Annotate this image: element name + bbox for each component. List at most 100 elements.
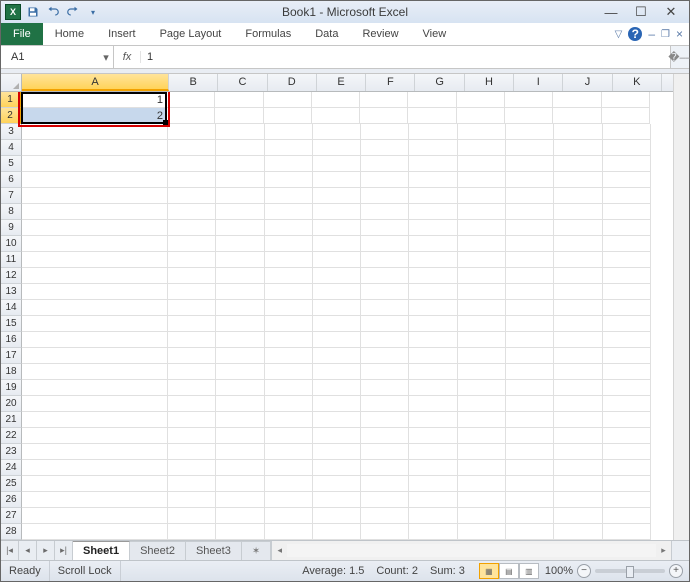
cell[interactable] [265, 508, 313, 524]
cell[interactable] [361, 444, 409, 460]
cell[interactable] [361, 492, 409, 508]
sheet-tab[interactable]: Sheet1 [73, 541, 130, 561]
cell[interactable] [361, 524, 409, 540]
cell[interactable] [313, 220, 361, 236]
cell[interactable] [265, 428, 313, 444]
cell[interactable] [554, 348, 602, 364]
row-header[interactable]: 5 [1, 156, 22, 172]
row-header[interactable]: 3 [1, 124, 22, 140]
cell[interactable] [216, 220, 264, 236]
cell[interactable] [312, 108, 360, 124]
zoom-level[interactable]: 100% [545, 565, 573, 577]
cell[interactable] [22, 316, 168, 332]
cell[interactable] [458, 460, 506, 476]
hscroll-left-icon[interactable]: ◂ [272, 545, 287, 556]
cell[interactable] [313, 252, 361, 268]
cell[interactable] [216, 204, 264, 220]
cell[interactable] [458, 140, 506, 156]
cell[interactable] [312, 92, 360, 108]
cell[interactable] [265, 300, 313, 316]
row-header[interactable]: 23 [1, 444, 22, 460]
cell[interactable] [216, 252, 264, 268]
cell[interactable] [22, 396, 168, 412]
cell[interactable] [409, 124, 457, 140]
cell[interactable] [313, 172, 361, 188]
cell[interactable] [168, 524, 216, 540]
file-tab[interactable]: File [1, 23, 43, 45]
cell[interactable] [554, 428, 602, 444]
cell[interactable] [554, 412, 602, 428]
row-header[interactable]: 6 [1, 172, 22, 188]
view-page-layout-icon[interactable]: ▤ [499, 563, 519, 579]
cell[interactable] [313, 492, 361, 508]
cell[interactable] [22, 348, 168, 364]
horizontal-scrollbar[interactable]: ◂ ▸ [271, 541, 671, 560]
cell[interactable] [313, 188, 361, 204]
cell[interactable] [554, 252, 602, 268]
column-header[interactable]: I [514, 74, 563, 91]
cell[interactable] [22, 268, 168, 284]
tab-page-layout[interactable]: Page Layout [148, 23, 234, 45]
cell[interactable] [313, 476, 361, 492]
cell[interactable] [409, 428, 457, 444]
cell[interactable] [215, 108, 263, 124]
cell[interactable] [313, 140, 361, 156]
cell[interactable] [265, 460, 313, 476]
cell[interactable] [506, 284, 554, 300]
cell[interactable] [554, 300, 602, 316]
tab-formulas[interactable]: Formulas [233, 23, 303, 45]
cell[interactable] [408, 108, 456, 124]
cell[interactable] [22, 412, 168, 428]
cell[interactable] [554, 268, 602, 284]
cell[interactable] [22, 380, 168, 396]
cell[interactable] [216, 332, 264, 348]
cell[interactable] [265, 140, 313, 156]
cell[interactable] [265, 492, 313, 508]
cell[interactable] [554, 524, 602, 540]
cell[interactable] [506, 252, 554, 268]
cell[interactable] [361, 220, 409, 236]
row-header[interactable]: 13 [1, 284, 22, 300]
cell[interactable] [168, 268, 216, 284]
row-header[interactable]: 8 [1, 204, 22, 220]
cell[interactable] [409, 508, 457, 524]
row-header[interactable]: 11 [1, 252, 22, 268]
row-header[interactable]: 26 [1, 492, 22, 508]
cell[interactable] [409, 252, 457, 268]
cell[interactable] [361, 284, 409, 300]
cell[interactable] [603, 316, 651, 332]
cell[interactable] [22, 252, 168, 268]
column-header[interactable]: E [317, 74, 366, 91]
cell[interactable] [313, 316, 361, 332]
cell[interactable] [554, 140, 602, 156]
cell[interactable] [506, 220, 554, 236]
cell[interactable] [603, 204, 651, 220]
cell[interactable] [409, 268, 457, 284]
cell[interactable] [22, 156, 168, 172]
cell[interactable] [409, 220, 457, 236]
cell[interactable] [361, 204, 409, 220]
hscroll-right-icon[interactable]: ▸ [656, 545, 671, 556]
formula-bar-expand-icon[interactable]: �–– [670, 46, 689, 68]
cell[interactable] [313, 444, 361, 460]
cell[interactable] [554, 316, 602, 332]
cell[interactable] [168, 140, 216, 156]
cell[interactable] [458, 268, 506, 284]
cell[interactable] [216, 412, 264, 428]
cell[interactable] [313, 284, 361, 300]
cell[interactable] [409, 300, 457, 316]
tab-view[interactable]: View [411, 23, 459, 45]
cell[interactable] [603, 460, 651, 476]
row-header[interactable]: 27 [1, 508, 22, 524]
cell[interactable] [168, 172, 216, 188]
row-header[interactable]: 1 [1, 92, 21, 108]
cell[interactable] [458, 204, 506, 220]
cell[interactable] [409, 172, 457, 188]
row-header[interactable]: 2 [1, 108, 21, 124]
fx-icon[interactable]: fx [114, 51, 141, 63]
cell[interactable] [361, 300, 409, 316]
cell[interactable] [409, 204, 457, 220]
cell[interactable] [216, 524, 264, 540]
close-button[interactable]: ✕ [663, 4, 679, 20]
cell[interactable] [22, 508, 168, 524]
